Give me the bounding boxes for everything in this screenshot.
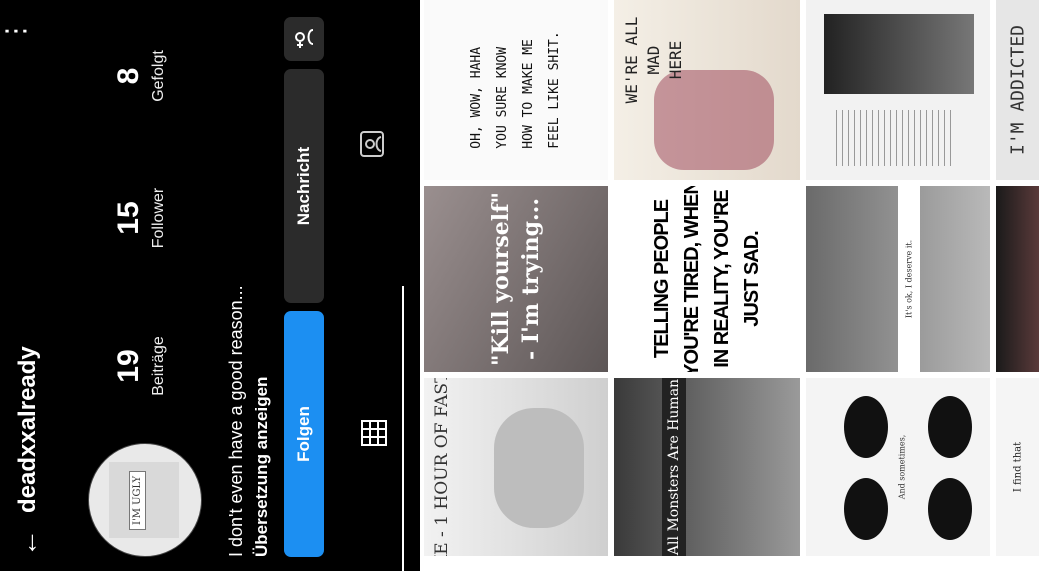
- post-3-text: OH, WOW, HAHA YOU SURE KNOW HOW TO MAKE …: [469, 31, 562, 149]
- stat-following[interactable]: 8 Gefolgt: [112, 21, 168, 131]
- post-tile-11[interactable]: [996, 186, 1039, 372]
- post-8-text: It's ok, I deserve it.: [904, 239, 914, 319]
- post-9-image: [824, 14, 974, 94]
- post-1-image: [494, 408, 584, 528]
- follow-button[interactable]: Folgen: [284, 311, 324, 557]
- post-7-eye-3: [928, 396, 972, 458]
- post-7-eye-1: [844, 396, 888, 458]
- stat-posts-value: 19: [112, 349, 145, 383]
- post-6-text: WE'RE ALL MAD HERE: [622, 16, 685, 104]
- stat-followers-value: 15: [112, 201, 145, 235]
- add-person-icon[interactable]: [284, 17, 324, 61]
- post-tile-7[interactable]: And sometimes,: [806, 378, 990, 556]
- post-10-text: I find that: [1012, 441, 1023, 493]
- post-tile-10[interactable]: I find that: [996, 378, 1039, 556]
- stat-posts-label: Beiträge: [150, 336, 167, 396]
- profile-bio: I don't even have a good reason...: [226, 285, 246, 557]
- post-tile-12[interactable]: I'M ADDICTED: [996, 0, 1039, 180]
- back-arrow-icon[interactable]: ←: [12, 529, 44, 557]
- post-tile-4[interactable]: All Monsters Are Human: [614, 378, 800, 556]
- post-7-eye-2: [844, 478, 888, 540]
- profile-panel-content: ← deadxxalready ⋮ I'M UGLY 19 Beiträge 1…: [0, 0, 420, 571]
- active-tab-indicator: [402, 286, 404, 571]
- more-vertical-icon[interactable]: ⋮: [0, 18, 30, 44]
- post-grid: I LIKE - 1 HOUR OF FASTING "Kill yoursel…: [420, 0, 1039, 571]
- post-4-text: All Monsters Are Human: [662, 378, 686, 556]
- profile-username: deadxxalready: [14, 346, 41, 513]
- avatar[interactable]: I'M UGLY: [88, 443, 202, 557]
- grid-icon-glyph: [361, 420, 387, 446]
- tagged-person-icon-glyph: [360, 131, 384, 157]
- grid-icon[interactable]: [360, 419, 388, 447]
- stat-followers-label: Follower: [150, 187, 167, 249]
- message-button[interactable]: Nachricht: [284, 69, 324, 303]
- stat-following-label: Gefolgt: [150, 50, 167, 102]
- post-tile-1[interactable]: I LIKE - 1 HOUR OF FASTING: [424, 378, 608, 556]
- post-tile-8[interactable]: It's ok, I deserve it.: [806, 186, 990, 372]
- post-1-text: I LIKE - 1 HOUR OF FASTING: [432, 378, 452, 556]
- post-12-text: I'M ADDICTED: [1007, 24, 1028, 156]
- add-person-icon-glyph: [295, 29, 314, 48]
- post-tile-6[interactable]: WE'RE ALL MAD HERE: [614, 0, 800, 180]
- avatar-tag-text: I'M UGLY: [129, 470, 146, 530]
- post-2-text: "Kill yourself" - I'm trying...: [488, 191, 544, 367]
- post-tile-3[interactable]: OH, WOW, HAHA YOU SURE KNOW HOW TO MAKE …: [424, 0, 608, 180]
- post-tile-5[interactable]: TELLING PEOPLE YOU'RE TIRED, WHEN IN REA…: [614, 186, 800, 372]
- translate-link[interactable]: Übersetzung anzeigen: [252, 377, 272, 557]
- post-7-text: And sometimes,: [897, 434, 907, 500]
- tagged-person-icon[interactable]: [358, 129, 388, 159]
- post-9-text-lines: [836, 110, 956, 166]
- profile-panel: ← deadxxalready ⋮ I'M UGLY 19 Beiträge 1…: [0, 0, 420, 571]
- stat-following-value: 8: [112, 67, 145, 85]
- post-tile-9[interactable]: [806, 0, 990, 180]
- post-tile-2[interactable]: "Kill yourself" - I'm trying...: [424, 186, 608, 372]
- stat-posts[interactable]: 19 Beiträge: [112, 311, 168, 421]
- stat-followers[interactable]: 15 Follower: [112, 163, 168, 273]
- post-5-text: TELLING PEOPLE YOU'RE TIRED, WHEN IN REA…: [651, 186, 763, 372]
- post-7-eye-4: [928, 478, 972, 540]
